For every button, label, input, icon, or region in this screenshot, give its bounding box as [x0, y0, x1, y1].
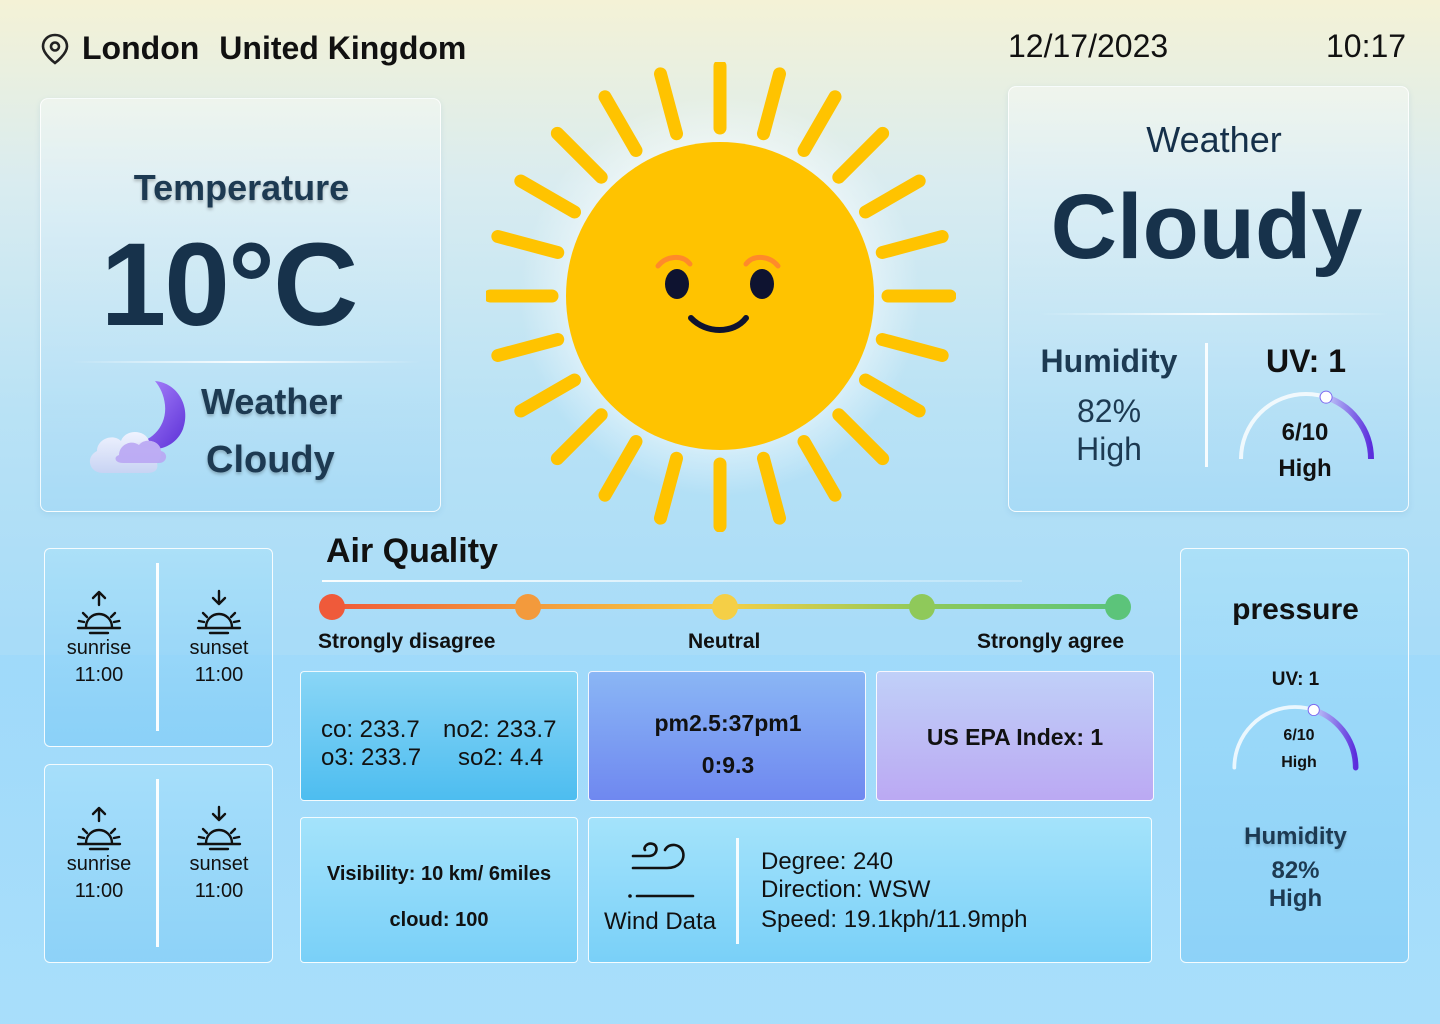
cloud-value: cloud: 100 — [389, 909, 489, 931]
temperature-value: 10°C — [100, 219, 359, 351]
epa-index: US EPA Index: 1 — [926, 724, 1104, 750]
sunset-time: 11:00 — [194, 664, 244, 686]
temperature-weather-value: Cloudy — [206, 439, 335, 481]
sunrise-label: sunrise — [66, 853, 132, 875]
scale-point[interactable] — [712, 594, 738, 620]
current-time: 10:17 — [1326, 28, 1407, 64]
scale-label-right: Strongly agree — [977, 630, 1125, 653]
temperature-card: Temperature 10°C Weather Cloudy — [40, 98, 441, 512]
moon-cloud-icon — [83, 377, 193, 482]
pm-box: pm2.5:37pm1 0:9.3 — [588, 671, 866, 801]
sunset-icon — [196, 589, 242, 635]
visibility-value: Visibility: 10 km/ 6miles — [326, 863, 552, 885]
current-date: 12/17/2023 — [1008, 28, 1169, 64]
sunset-icon — [196, 805, 242, 851]
uv-label: UV: 1 — [1265, 343, 1347, 379]
humidity-value: 82% — [1076, 393, 1142, 429]
location-pin-icon — [41, 33, 69, 65]
wind-degree: Degree: 240 — [761, 848, 894, 875]
weather-title: Weather — [1146, 119, 1282, 160]
sunset-label: sunset — [189, 853, 249, 875]
pressure-card: pressure UV: 1 6/10 High Humidity 82% Hi… — [1180, 548, 1409, 963]
location-country: United Kingdom — [219, 30, 467, 66]
co-value: co: 233.7 — [321, 716, 420, 743]
pressure-uv-score: 6/10 — [1283, 727, 1315, 744]
so2-value: so2: 4.4 — [458, 744, 544, 771]
divider — [322, 580, 1022, 582]
pm-line-2: 0:9.3 — [701, 752, 755, 778]
epa-box: US EPA Index: 1 — [876, 671, 1154, 801]
o3-value: o3: 233.7 — [321, 744, 422, 771]
weather-card: Weather Cloudy Humidity 82% High UV: 1 6… — [1008, 86, 1409, 512]
scale-point[interactable] — [515, 594, 541, 620]
pressure-uv-level: High — [1281, 754, 1317, 771]
pollutants-box: co: 233.7 no2: 233.7 o3: 233.7 so2: 4.4 — [300, 671, 578, 801]
temperature-weather-label: Weather — [201, 381, 343, 422]
uv-level: High — [1278, 455, 1332, 482]
sunset-time: 11:00 — [194, 880, 244, 902]
location[interactable]: London United Kingdom — [40, 30, 466, 67]
sunrise-block: sunrise 11:00 — [47, 589, 151, 687]
wind-label: Wind Data — [604, 908, 717, 935]
divider — [1039, 313, 1389, 315]
divider — [156, 563, 159, 731]
pressure-humidity-value: 82% — [1271, 857, 1320, 884]
divider — [71, 361, 421, 363]
sunset-label: sunset — [189, 637, 249, 659]
sun-times-card: sunrise 11:00 sunset 11:00 — [44, 548, 273, 747]
divider — [736, 838, 739, 944]
sunset-block: sunset 11:00 — [167, 589, 271, 687]
scale-label-left: Strongly disagree — [318, 630, 496, 653]
sunrise-time: 11:00 — [74, 880, 124, 902]
air-quality-scale — [318, 592, 1138, 627]
no2-value: no2: 233.7 — [443, 716, 557, 743]
pressure-uv-label: UV: 1 — [1271, 669, 1320, 690]
pressure-title: pressure — [1232, 593, 1359, 626]
sun-times-card: sunrise 11:00 sunset 11:00 — [44, 764, 273, 963]
scale-point[interactable] — [1105, 594, 1131, 620]
sunrise-icon — [76, 590, 122, 635]
divider — [1205, 343, 1208, 467]
pressure-humidity-level: High — [1268, 885, 1323, 912]
visibility-box: Visibility: 10 km/ 6miles cloud: 100 — [300, 817, 578, 963]
sunset-block: sunset 11:00 — [167, 805, 271, 903]
wind-speed: Speed: 19.1kph/11.9mph — [761, 906, 1028, 933]
humidity-label: Humidity — [1040, 343, 1178, 379]
weather-value: Cloudy — [1050, 176, 1363, 278]
sunrise-icon — [76, 806, 122, 851]
temperature-title: Temperature — [133, 167, 350, 208]
air-quality-title: Air Quality — [326, 532, 498, 570]
wind-icon — [627, 840, 697, 907]
wind-box: Wind Data Degree: 240 Direction: WSW Spe… — [588, 817, 1152, 963]
divider — [156, 779, 159, 947]
location-city: London — [82, 30, 200, 66]
humidity-level: High — [1076, 431, 1142, 467]
scale-point[interactable] — [909, 594, 935, 620]
sunrise-label: sunrise — [66, 637, 132, 659]
pm-line-1: pm2.5:37pm1 — [654, 710, 802, 736]
scale-label-middle: Neutral — [688, 630, 761, 653]
smiling-sun-icon — [483, 59, 957, 537]
scale-point[interactable] — [319, 594, 345, 620]
uv-score: 6/10 — [1281, 419, 1329, 446]
sunrise-block: sunrise 11:00 — [47, 805, 151, 903]
pressure-humidity-label: Humidity — [1244, 823, 1347, 850]
sunrise-time: 11:00 — [74, 664, 124, 686]
wind-direction: Direction: WSW — [761, 876, 931, 903]
